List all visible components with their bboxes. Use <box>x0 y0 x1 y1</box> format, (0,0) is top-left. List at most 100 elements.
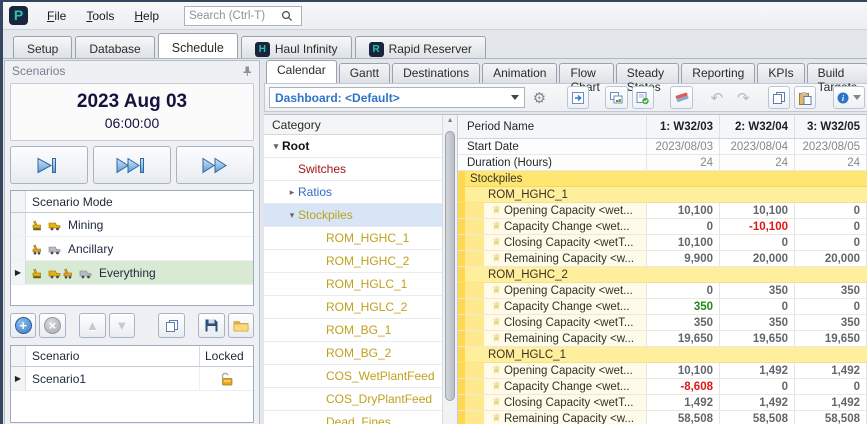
tab-calendar[interactable]: Calendar <box>266 60 337 83</box>
delete-scenario-button[interactable]: × <box>39 313 65 338</box>
tab-gantt[interactable]: Gantt <box>339 63 390 83</box>
menu-tools[interactable]: Tools <box>77 5 123 27</box>
grid-row[interactable]: ♕Remaining Capacity <w... 19,650 19,650 … <box>458 331 867 347</box>
copy-dashboard-button[interactable] <box>768 86 790 109</box>
cell[interactable]: 350 <box>719 283 794 298</box>
cell[interactable]: 19,650 <box>646 331 719 346</box>
cell[interactable]: 0 <box>646 219 719 234</box>
period-column-header[interactable]: 3: W32/05 <box>794 115 866 138</box>
cell[interactable]: 1,492 <box>719 395 794 410</box>
cell[interactable]: 2023/08/05 <box>794 139 866 154</box>
cell[interactable]: 0 <box>646 283 719 298</box>
cell[interactable]: 24 <box>719 155 794 170</box>
move-up-button[interactable]: ▲ <box>79 313 105 338</box>
group-row-rom-hglc-1[interactable]: ROM_HGLC_1 <box>458 347 867 363</box>
grid-row[interactable]: ♕Remaining Capacity <w... 58,508 58,508 … <box>458 411 867 424</box>
cell[interactable]: 0 <box>794 203 866 218</box>
search-input[interactable] <box>189 10 281 22</box>
period-column-header[interactable]: 2: W32/04 <box>719 115 794 138</box>
tab-database[interactable]: Database <box>75 36 154 58</box>
tab-setup[interactable]: Setup <box>13 36 72 58</box>
menu-file[interactable]: File <box>38 5 75 27</box>
cell[interactable]: 0 <box>719 235 794 250</box>
grid-row[interactable]: ♕Remaining Capacity <w... 9,900 20,000 2… <box>458 251 867 267</box>
tab-destinations[interactable]: Destinations <box>392 63 480 83</box>
cell[interactable]: 350 <box>794 283 866 298</box>
grid-row-start-date[interactable]: Start Date 2023/08/03 2023/08/04 2023/08… <box>458 139 867 155</box>
cell[interactable]: 0 <box>794 219 866 234</box>
group-row-stockpiles[interactable]: Stockpiles <box>458 171 867 187</box>
cell[interactable]: -8,608 <box>646 379 719 394</box>
mode-row-mining[interactable]: Mining <box>11 213 253 237</box>
tree-item-ratios[interactable]: ▸Ratios <box>264 181 442 204</box>
cell[interactable]: 0 <box>719 299 794 314</box>
export-dashboard-button[interactable] <box>567 86 589 109</box>
cell[interactable]: 58,508 <box>719 411 794 424</box>
chevron-collapsed-icon[interactable]: ▸ <box>286 187 298 198</box>
tab-kpis[interactable]: KPIs <box>757 63 804 83</box>
cell[interactable]: 350 <box>719 315 794 330</box>
cell[interactable]: 2023/08/03 <box>646 139 719 154</box>
cell[interactable]: 19,650 <box>719 331 794 346</box>
tree-item-dead-fines[interactable]: Dead_Fines <box>264 411 442 424</box>
tree-item-rom-hghc-1[interactable]: ROM_HGHC_1 <box>264 227 442 250</box>
cell[interactable]: 10,100 <box>719 203 794 218</box>
tree-item-cos-wetplantfeed[interactable]: COS_WetPlantFeed <box>264 365 442 388</box>
tree-item-cos-dryplantfeed[interactable]: COS_DryPlantFeed <box>264 388 442 411</box>
chevron-expanded-icon[interactable]: ▾ <box>286 210 298 221</box>
cell[interactable]: 0 <box>794 235 866 250</box>
grid-row[interactable]: ♕Opening Capacity <wet... 0 350 350 <box>458 283 867 299</box>
cell[interactable]: 350 <box>646 299 719 314</box>
cell[interactable]: 1,492 <box>719 363 794 378</box>
save-scenario-button[interactable] <box>198 313 224 338</box>
duplicate-scenario-button[interactable] <box>158 313 184 338</box>
tree-scrollbar[interactable]: ▲ <box>442 115 457 424</box>
grid-row[interactable]: ♕Capacity Change <wet... 0 -10,100 0 <box>458 219 867 235</box>
info-button[interactable]: i <box>833 86 865 109</box>
cell[interactable]: 1,492 <box>794 395 866 410</box>
grid-row[interactable]: ♕Opening Capacity <wet... 10,100 1,492 1… <box>458 363 867 379</box>
tab-build-targets[interactable]: Build Targets <box>807 63 867 83</box>
tree-item-rom-hghc-2[interactable]: ROM_HGHC_2 <box>264 250 442 273</box>
move-down-button[interactable]: ▼ <box>109 313 135 338</box>
cell[interactable]: 24 <box>646 155 719 170</box>
tree-item-rom-bg-2[interactable]: ROM_BG_2 <box>264 342 442 365</box>
tree-item-rom-hglc-2[interactable]: ROM_HGLC_2 <box>264 296 442 319</box>
cell[interactable]: 10,100 <box>646 235 719 250</box>
grid-row-duration[interactable]: Duration (Hours) 24 24 24 <box>458 155 867 171</box>
cell[interactable]: -10,100 <box>719 219 794 234</box>
grid-row[interactable]: ♕Capacity Change <wet... -8,608 0 0 <box>458 379 867 395</box>
step-forward-button[interactable] <box>10 146 88 184</box>
group-row-rom-hghc-2[interactable]: ROM_HGHC_2 <box>458 267 867 283</box>
cell[interactable]: 19,650 <box>794 331 866 346</box>
cell[interactable]: 1,492 <box>794 363 866 378</box>
cell[interactable]: 20,000 <box>719 251 794 266</box>
tree-item-root[interactable]: ▾Root <box>264 135 442 158</box>
cell[interactable]: 10,100 <box>646 203 719 218</box>
tree-item-rom-hglc-1[interactable]: ROM_HGLC_1 <box>264 273 442 296</box>
cell[interactable]: 9,900 <box>646 251 719 266</box>
undo-button[interactable]: ↶ <box>706 86 728 109</box>
tab-reporting[interactable]: Reporting <box>681 63 755 83</box>
search-box[interactable] <box>184 6 302 26</box>
mode-row-ancillary[interactable]: Ancillary <box>11 237 253 261</box>
dashboard-selector[interactable]: Dashboard: <Default> <box>269 87 525 108</box>
cell[interactable]: 350 <box>646 315 719 330</box>
cell[interactable]: 58,508 <box>646 411 719 424</box>
pin-icon[interactable] <box>241 65 253 77</box>
grid-row[interactable]: ♕Opening Capacity <wet... 10,100 10,100 … <box>458 203 867 219</box>
widget-settings-button[interactable] <box>632 86 654 109</box>
chevron-expanded-icon[interactable]: ▾ <box>270 141 282 152</box>
tree-item-switches[interactable]: Switches <box>264 158 442 181</box>
clear-dashboard-button[interactable] <box>670 86 692 109</box>
add-scenario-button[interactable]: + <box>10 313 36 338</box>
lock-toggle[interactable] <box>199 367 253 390</box>
cell[interactable]: 350 <box>794 315 866 330</box>
tab-rapid-reserver[interactable]: R Rapid Reserver <box>355 36 486 58</box>
tab-schedule[interactable]: Schedule <box>158 33 238 58</box>
cell[interactable]: 1,492 <box>646 395 719 410</box>
scroll-up-icon[interactable]: ▲ <box>443 117 457 124</box>
scenario-row[interactable]: ▶ Scenario1 <box>11 367 253 391</box>
grid-row[interactable]: ♕Closing Capacity <wetT... 350 350 350 <box>458 315 867 331</box>
gear-icon[interactable]: ⚙ <box>533 89 546 107</box>
